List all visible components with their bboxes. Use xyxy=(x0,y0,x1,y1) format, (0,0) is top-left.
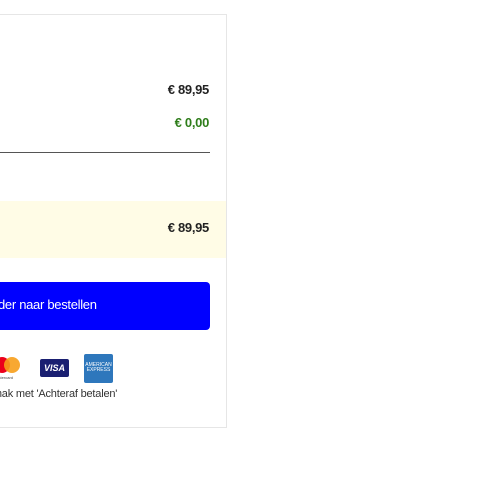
summary-divider xyxy=(0,152,210,153)
visa-icon: VISA xyxy=(40,359,69,377)
order-summary-card: € 89,95 € 0,00 € 89,95 der naar bestelle… xyxy=(0,14,227,428)
total-amount: € 89,95 xyxy=(167,220,210,235)
amex-icon: AMERICAN EXPRESS xyxy=(84,354,113,383)
checkout-button-label: der naar bestellen xyxy=(0,297,97,312)
mastercard-circle-orange xyxy=(4,357,20,373)
mastercard-icon: mastercard xyxy=(0,356,21,380)
payment-logos: mastercard VISA AMERICAN EXPRESS xyxy=(0,354,121,384)
page: € 89,95 € 0,00 € 89,95 der naar bestelle… xyxy=(0,0,500,500)
mastercard-label: mastercard xyxy=(0,375,14,380)
checkout-button[interactable]: der naar bestellen xyxy=(0,282,210,330)
total-box: € 89,95 xyxy=(0,201,226,258)
subtotal-amount: € 89,95 xyxy=(167,82,210,97)
shipping-amount: € 0,00 xyxy=(174,115,210,130)
afterpay-note: gemak met 'Achteraf betalen' xyxy=(0,388,118,400)
